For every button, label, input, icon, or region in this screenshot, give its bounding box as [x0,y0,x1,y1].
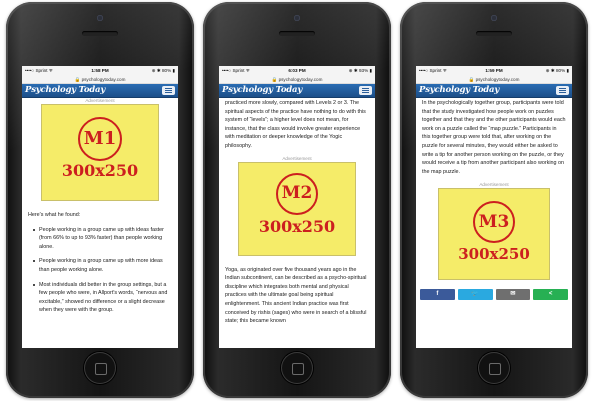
intro-text: Here's what he found: [28,212,81,218]
url-bar[interactable]: 🔒 psychologytoday.com [22,76,178,84]
status-bar: ••••○ Sprint ᯤ 1:58 PM ⊕ ✱ 80% ▮ [22,66,178,76]
ad-code: M3 [473,201,515,244]
email-icon[interactable]: ✉ [495,289,531,301]
ad-size: 300x250 [61,161,139,180]
hamburger-menu-icon[interactable] [556,86,569,95]
ad-banner[interactable]: M2 300x250 [238,161,356,256]
battery-indicator: ⊕ ✱ 93% ▮ [348,68,372,73]
list-item: Most individuals did better in the group… [33,281,172,315]
front-camera [97,15,103,21]
home-button[interactable] [478,352,510,384]
twitter-icon[interactable]: 🐦 [457,289,493,301]
findings-list: People working in a group came up with i… [28,226,172,315]
phone-screen: ••••○ Sprint ᯤ 6:03 PM ⊕ ✱ 93% ▮ 🔒 psych… [219,66,375,348]
paragraph: practiced more slowly, compared with Lev… [225,100,366,149]
site-logo[interactable]: Psychology Today [25,85,105,95]
site-header: Psychology Today [22,84,178,98]
list-item: People working in a group came up with i… [33,226,172,252]
earpiece-speaker [82,31,118,36]
earpiece-speaker [279,31,315,36]
battery-indicator: ⊕ ✱ 80% ▮ [545,68,569,73]
site-logo[interactable]: Psychology Today [222,85,302,95]
list-item: People working in a group came up with m… [33,257,172,274]
article-body: In the psychologically together group, p… [416,99,572,281]
share-icon[interactable]: < [533,289,568,301]
hamburger-menu-icon[interactable] [162,86,175,95]
phone-3: ••••○ Sprint ᯤ 1:59 PM ⊕ ✱ 80% ▮ 🔒 psych… [400,2,588,398]
status-bar: ••••○ Sprint ᯤ 1:59 PM ⊕ ✱ 80% ▮ [416,66,572,76]
phone-2: ••••○ Sprint ᯤ 6:03 PM ⊕ ✱ 93% ▮ 🔒 psych… [203,2,391,398]
phone-screen: ••••○ Sprint ᯤ 1:59 PM ⊕ ✱ 80% ▮ 🔒 psych… [416,66,572,348]
paragraph: In the psychologically together group, p… [422,100,566,175]
phone-1: ••••○ Sprint ᯤ 1:58 PM ⊕ ✱ 80% ▮ 🔒 psych… [6,2,194,398]
paragraph: Yoga, as originated over five thousand y… [225,266,367,325]
ad-code: M2 [276,172,318,215]
home-button[interactable] [84,352,116,384]
hamburger-menu-icon[interactable] [359,86,372,95]
front-camera [491,15,497,21]
ad-size: 300x250 [458,245,530,264]
home-button[interactable] [281,352,313,384]
phone-screen: ••••○ Sprint ᯤ 1:58 PM ⊕ ✱ 80% ▮ 🔒 psych… [22,66,178,348]
ad-banner[interactable]: M1 300x250 [41,104,159,201]
article-body: practiced more slowly, compared with Lev… [219,99,375,326]
site-header: Psychology Today [219,84,375,98]
url-bar[interactable]: 🔒 psychologytoday.com [416,76,572,84]
front-camera [294,15,300,21]
battery-indicator: ⊕ ✱ 80% ▮ [151,68,175,73]
site-header: Psychology Today [416,84,572,98]
ad-banner[interactable]: M3 300x250 [438,188,550,281]
status-bar: ••••○ Sprint ᯤ 6:03 PM ⊕ ✱ 93% ▮ [219,66,375,76]
facebook-icon[interactable]: f [420,289,455,301]
earpiece-speaker [476,31,512,36]
share-bar: f 🐦 ✉ < [416,289,572,301]
url-bar[interactable]: 🔒 psychologytoday.com [219,76,375,84]
ad-code: M1 [78,117,122,161]
site-logo[interactable]: Psychology Today [419,85,499,95]
article-body: Advertisement M1 300x250 Here's what he … [22,98,178,315]
ad-size: 300x250 [258,216,336,236]
